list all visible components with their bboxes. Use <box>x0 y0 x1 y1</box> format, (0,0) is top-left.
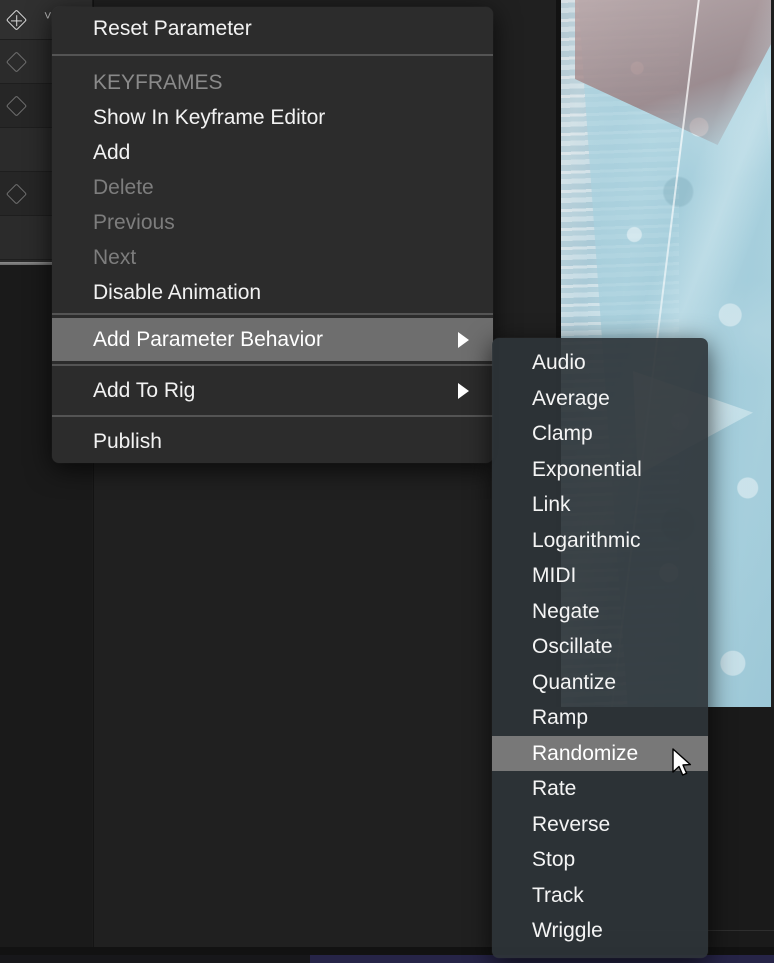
submenu-item-label: Wriggle <box>532 919 603 942</box>
submenu-item-wriggle[interactable]: Wriggle <box>492 913 708 949</box>
submenu-item-oscillate[interactable]: Oscillate <box>492 629 708 665</box>
submenu-item-ramp[interactable]: Ramp <box>492 700 708 736</box>
menu-separator <box>52 364 493 366</box>
menu-item-disable-animation[interactable]: Disable Animation <box>52 275 493 310</box>
keyframe-icon[interactable] <box>6 95 27 116</box>
submenu-item-average[interactable]: Average <box>492 381 708 417</box>
submenu-item-reverse[interactable]: Reverse <box>492 807 708 843</box>
menu-item-label: Add <box>93 141 130 164</box>
submenu-item-randomize[interactable]: Randomize <box>492 736 708 772</box>
submenu-item-rate[interactable]: Rate <box>492 771 708 807</box>
submenu-item-midi[interactable]: MIDI <box>492 558 708 594</box>
menu-item-add-to-rig[interactable]: Add To Rig <box>52 369 493 412</box>
menu-item-publish[interactable]: Publish <box>52 420 493 463</box>
menu-item-next: Next <box>52 240 493 275</box>
menu-section-keyframes: KEYFRAMES <box>52 60 493 100</box>
submenu-item-label: Quantize <box>532 671 616 694</box>
submenu-item-label: Reverse <box>532 813 610 836</box>
submenu-item-clamp[interactable]: Clamp <box>492 416 708 452</box>
submenu-item-quantize[interactable]: Quantize <box>492 665 708 701</box>
submenu-item-label: Rate <box>532 777 576 800</box>
submenu-item-exponential[interactable]: Exponential <box>492 452 708 488</box>
submenu-item-label: Stop <box>532 848 575 871</box>
submenu-item-negate[interactable]: Negate <box>492 594 708 630</box>
screen: ˅ Reset Parameter <box>0 0 774 963</box>
submenu-item-label: Logarithmic <box>532 529 641 552</box>
menu-item-label: Previous <box>93 211 175 234</box>
menu-item-show-in-keyframe-editor[interactable]: Show In Keyframe Editor <box>52 100 493 135</box>
submenu-item-link[interactable]: Link <box>492 487 708 523</box>
chevron-right-icon <box>458 332 469 348</box>
add-parameter-behavior-submenu: Audio Average Clamp Exponential Link Log… <box>492 338 708 958</box>
submenu-item-label: Average <box>532 387 610 410</box>
menu-section-label: KEYFRAMES <box>93 71 223 94</box>
keyframe-icon[interactable] <box>6 183 27 204</box>
plus-icon <box>11 14 22 25</box>
menu-item-label: Add To Rig <box>93 379 195 402</box>
menu-separator <box>52 415 493 417</box>
keyframe-active-icon[interactable] <box>6 9 27 30</box>
chevron-right-icon <box>458 383 469 399</box>
menu-item-reset-parameter[interactable]: Reset Parameter <box>52 7 493 50</box>
submenu-item-audio[interactable]: Audio <box>492 345 708 381</box>
menu-item-label: Delete <box>93 176 154 199</box>
menu-item-label: Reset Parameter <box>93 17 252 40</box>
menu-item-label: Disable Animation <box>93 281 261 304</box>
submenu-item-label: Track <box>532 884 584 907</box>
submenu-item-label: Oscillate <box>532 635 613 658</box>
submenu-item-stop[interactable]: Stop <box>492 842 708 878</box>
submenu-item-label: Randomize <box>532 742 638 765</box>
submenu-item-label: Exponential <box>532 458 642 481</box>
submenu-item-track[interactable]: Track <box>492 878 708 914</box>
menu-item-label: Next <box>93 246 136 269</box>
menu-item-label: Show In Keyframe Editor <box>93 106 325 129</box>
context-menu: Reset Parameter KEYFRAMES Show In Keyfra… <box>52 7 493 463</box>
submenu-item-label: Ramp <box>532 706 588 729</box>
submenu-item-label: Link <box>532 493 571 516</box>
menu-separator <box>52 54 493 56</box>
keyframe-icon[interactable] <box>6 51 27 72</box>
submenu-item-label: Negate <box>532 600 600 623</box>
submenu-item-label: Audio <box>532 351 586 374</box>
menu-item-label: Add Parameter Behavior <box>93 328 323 351</box>
menu-item-add-parameter-behavior[interactable]: Add Parameter Behavior <box>52 318 493 361</box>
submenu-item-label: Clamp <box>532 422 593 445</box>
menu-separator <box>52 313 493 315</box>
menu-item-previous: Previous <box>52 205 493 240</box>
submenu-item-label: MIDI <box>532 564 576 587</box>
submenu-item-logarithmic[interactable]: Logarithmic <box>492 523 708 559</box>
menu-item-add[interactable]: Add <box>52 135 493 170</box>
menu-item-delete: Delete <box>52 170 493 205</box>
menu-item-label: Publish <box>93 430 162 453</box>
